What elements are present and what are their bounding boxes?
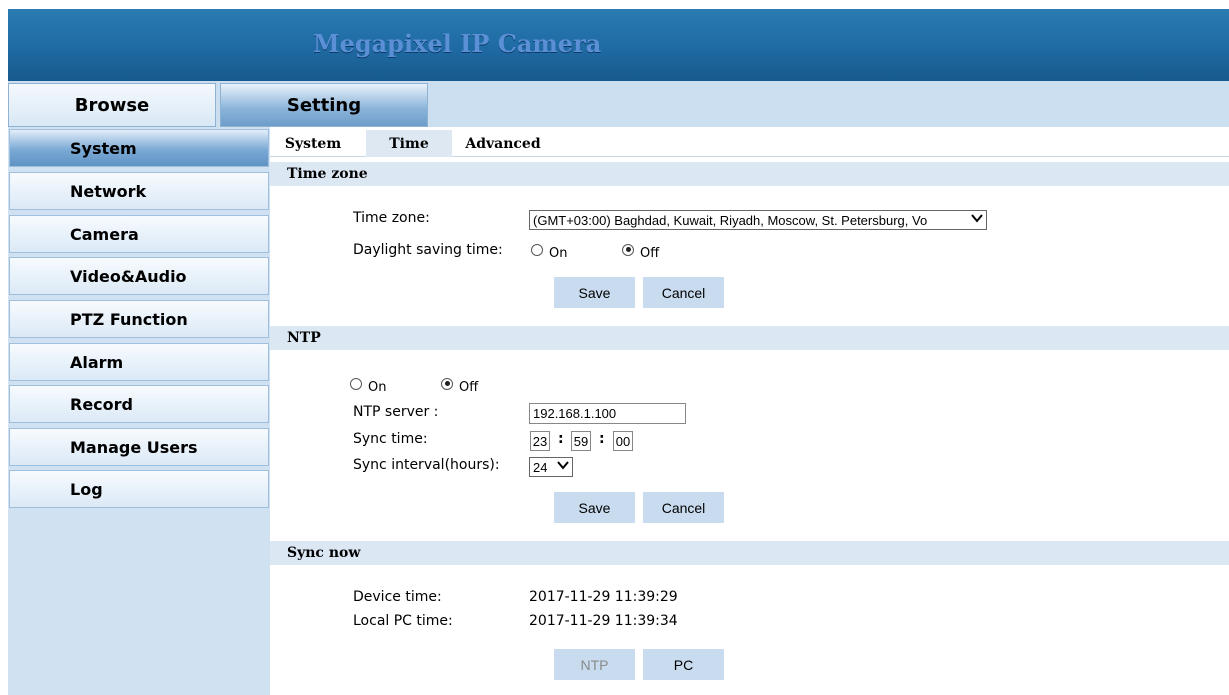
sync-interval-select[interactable]: 24 xyxy=(529,457,573,477)
nav-setting-button[interactable]: Setting xyxy=(220,83,428,127)
sync-time-label: Sync time: xyxy=(353,431,428,447)
timezone-label: Time zone: xyxy=(353,210,430,226)
radio-icon xyxy=(441,377,453,390)
radio-icon xyxy=(350,377,362,390)
radio-icon xyxy=(622,243,634,256)
timezone-select[interactable]: (GMT+03:00) Baghdad, Kuwait, Riyadh, Mos… xyxy=(529,210,987,230)
ntp-off-radio[interactable]: Off xyxy=(441,377,479,395)
dst-label: Daylight saving time: xyxy=(353,242,503,258)
dst-on-label: On xyxy=(549,246,568,261)
sync-pc-button[interactable]: PC xyxy=(643,649,724,680)
ntp-server-input[interactable]: 192.168.1.100 xyxy=(529,403,686,424)
section-header-timezone: Time zone xyxy=(270,162,1229,186)
sidebar-item-video-audio[interactable]: Video&Audio xyxy=(9,257,269,295)
header-banner: Megapixel IP Camera xyxy=(8,9,1229,81)
sync-second-input[interactable]: 00 xyxy=(613,431,633,451)
pc-time-value: 2017-11-29 11:39:34 xyxy=(529,613,678,629)
ntp-server-label: NTP server : xyxy=(353,404,439,420)
section-header-ntp: NTP xyxy=(270,326,1229,350)
dst-on-radio[interactable]: On xyxy=(531,243,568,261)
nav-browse-button[interactable]: Browse xyxy=(8,83,216,127)
dst-off-label: Off xyxy=(640,246,660,261)
time-separator: : xyxy=(558,431,564,447)
timezone-value: (GMT+03:00) Baghdad, Kuwait, Riyadh, Mos… xyxy=(533,212,928,228)
sidebar-item-system[interactable]: System xyxy=(9,129,269,167)
radio-icon xyxy=(531,243,543,256)
sidebar-item-network[interactable]: Network xyxy=(9,172,269,210)
device-time-value: 2017-11-29 11:39:29 xyxy=(529,589,678,605)
sidebar: System Network Camera Video&Audio PTZ Fu… xyxy=(8,127,270,695)
pc-time-label: Local PC time: xyxy=(353,613,453,629)
tab-advanced[interactable]: Advanced xyxy=(460,130,546,157)
section-header-sync-now: Sync now xyxy=(270,541,1229,565)
ntp-save-button[interactable]: Save xyxy=(554,492,635,523)
ntp-on-radio[interactable]: On xyxy=(350,377,387,395)
time-separator: : xyxy=(599,431,605,447)
sync-ntp-button[interactable]: NTP xyxy=(554,649,635,680)
device-time-label: Device time: xyxy=(353,589,442,605)
chevron-down-icon xyxy=(971,212,983,227)
ntp-on-label: On xyxy=(368,380,387,395)
ntp-off-label: Off xyxy=(459,380,479,395)
sub-tabs: System Time Advanced xyxy=(270,130,1229,157)
timezone-save-button[interactable]: Save xyxy=(554,277,635,308)
app-title: Megapixel IP Camera xyxy=(313,29,602,58)
sync-interval-value: 24 xyxy=(533,459,548,475)
timezone-cancel-button[interactable]: Cancel xyxy=(643,277,724,308)
sidebar-item-ptz-function[interactable]: PTZ Function xyxy=(9,300,269,338)
sidebar-item-manage-users[interactable]: Manage Users xyxy=(9,428,269,466)
tab-system[interactable]: System xyxy=(278,130,348,157)
sidebar-item-alarm[interactable]: Alarm xyxy=(9,343,269,381)
dst-off-radio[interactable]: Off xyxy=(622,243,660,261)
chevron-down-icon xyxy=(557,459,569,474)
sidebar-item-camera[interactable]: Camera xyxy=(9,215,269,253)
sidebar-item-record[interactable]: Record xyxy=(9,385,269,423)
tab-time[interactable]: Time xyxy=(366,130,452,157)
sync-hour-input[interactable]: 23 xyxy=(530,431,550,451)
sync-minute-input[interactable]: 59 xyxy=(571,431,591,451)
top-nav: Browse Setting xyxy=(8,81,1229,127)
sync-interval-label: Sync interval(hours): xyxy=(353,457,500,473)
sidebar-item-log[interactable]: Log xyxy=(9,470,269,508)
ntp-cancel-button[interactable]: Cancel xyxy=(643,492,724,523)
